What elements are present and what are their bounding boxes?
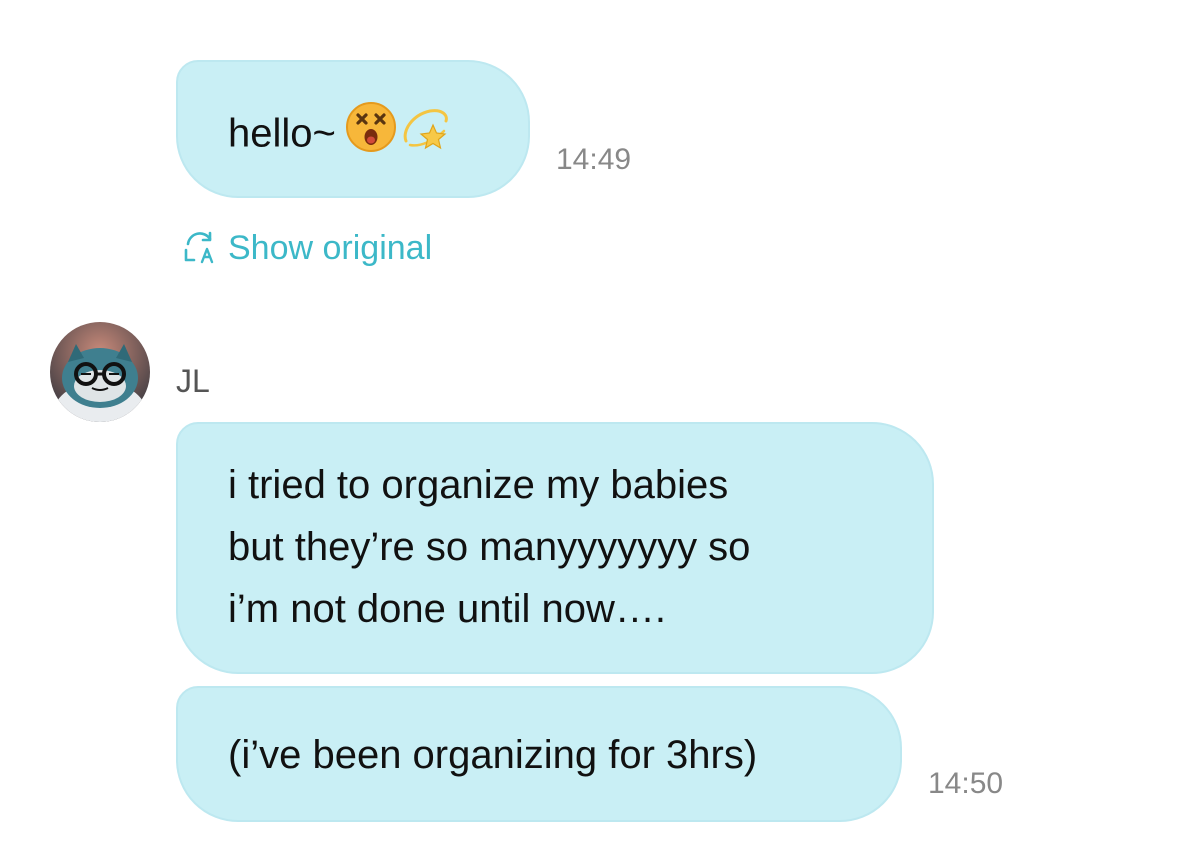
show-original-label: Show original — [228, 229, 433, 267]
dizzy-face-emoji-icon — [344, 100, 398, 172]
avatar[interactable] — [50, 322, 150, 422]
message-timestamp: 14:49 — [556, 143, 632, 176]
message-bubble[interactable]: hello~ — [176, 60, 530, 198]
show-original-link[interactable]: Show original — [180, 226, 432, 270]
snorlax-avatar-icon — [50, 322, 150, 422]
message-bubble[interactable]: i tried to organize my babies but they’r… — [176, 422, 934, 674]
message-text: (i’ve been organizing for 3hrs) — [228, 733, 758, 777]
message-text: i tried to organize my babies but they’r… — [228, 463, 751, 631]
message-text: hello~ — [228, 111, 336, 156]
translate-icon — [184, 231, 214, 264]
message-bubble[interactable]: (i’ve been organizing for 3hrs) — [176, 686, 902, 822]
message-timestamp: 14:50 — [928, 767, 1004, 800]
sender-name: JL — [176, 363, 210, 399]
dizzy-star-emoji-icon — [400, 101, 452, 171]
